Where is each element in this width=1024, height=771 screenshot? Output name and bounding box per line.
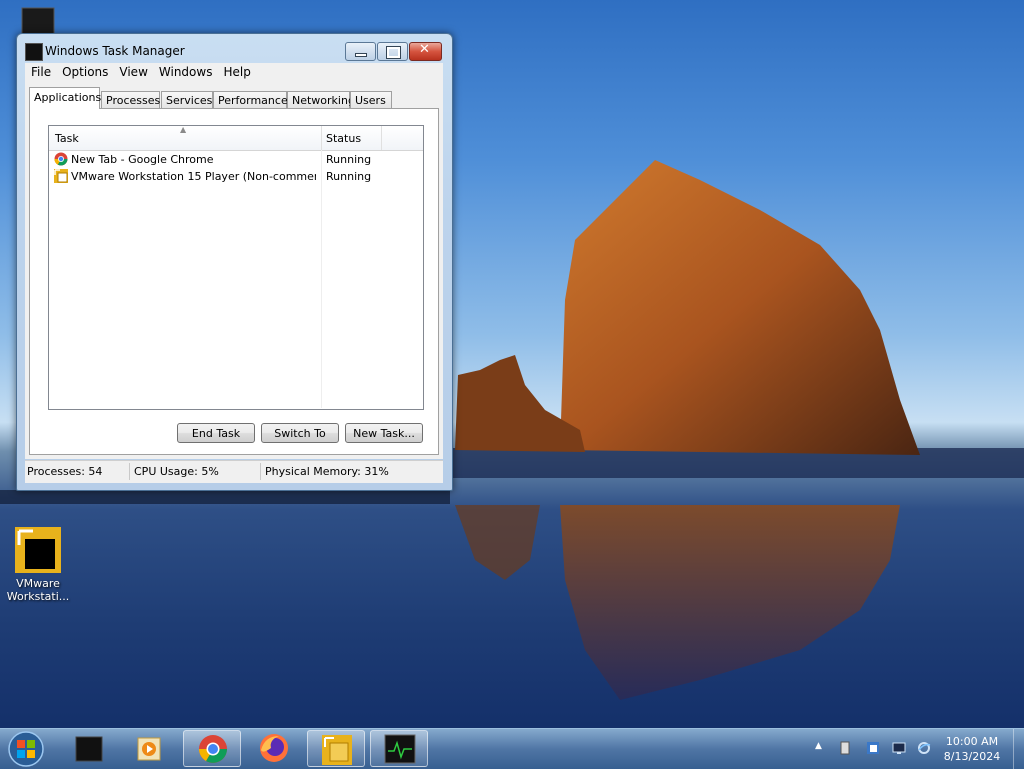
column-task[interactable]: Task — [55, 132, 79, 145]
task-list[interactable]: Task ▲ Status New Tab - Google Chrome Ru… — [48, 125, 424, 410]
close-button[interactable]: ✕ — [409, 42, 442, 61]
maximize-button[interactable] — [377, 42, 408, 61]
tab-applications[interactable]: Applications — [29, 87, 101, 109]
window-title: Windows Task Manager — [45, 44, 185, 58]
vmware-icon — [54, 169, 68, 183]
taskbar: ▲ 10:00 AM 8/13/2024 — [0, 728, 1024, 769]
vmware-tray-icon[interactable] — [866, 741, 880, 755]
physical-memory: Physical Memory: 31% — [265, 465, 389, 478]
terminal-icon — [75, 736, 103, 762]
minimize-button[interactable] — [345, 42, 376, 61]
vmware-icon — [15, 527, 61, 573]
task-manager-window[interactable]: Windows Task Manager ✕ File Options View Wi… — [16, 33, 453, 491]
vmware-desktop-label-2: Workstati... — [6, 590, 70, 603]
chrome-icon — [54, 152, 68, 166]
task-manager-icon — [384, 734, 416, 764]
processes-count: Processes: 54 — [27, 465, 103, 478]
menu-bar: File Options View Windows Help — [25, 63, 443, 82]
display-tray-icon[interactable] — [892, 741, 906, 755]
menu-view[interactable]: View — [113, 63, 152, 79]
media-player-icon — [137, 737, 161, 761]
tab-processes[interactable]: Processes — [101, 91, 160, 108]
end-task-button[interactable]: End Task — [177, 423, 255, 443]
vmware-icon — [322, 735, 352, 765]
taskbar-app-firefox[interactable] — [245, 730, 303, 767]
task-name: New Tab - Google Chrome — [71, 153, 214, 166]
show-desktop-button[interactable] — [1013, 729, 1024, 769]
start-button[interactable] — [6, 730, 46, 768]
clock-date: 8/13/2024 — [943, 750, 1001, 763]
taskbar-app-media-player[interactable] — [120, 730, 178, 767]
column-status[interactable]: Status — [326, 132, 361, 145]
tab-performance[interactable]: Performance — [213, 91, 288, 108]
taskbar-app-terminal[interactable] — [60, 730, 118, 767]
table-row[interactable]: VMware Workstation 15 Player (Non-commer… — [49, 168, 423, 185]
menu-file[interactable]: File — [25, 63, 56, 79]
window-body: Applications Processes Services Performa… — [25, 82, 443, 459]
minimize-icon — [355, 53, 367, 57]
recycle-bin-icon[interactable] — [16, 4, 60, 35]
sort-arrow-icon: ▲ — [180, 125, 187, 134]
list-header: Task ▲ Status — [49, 125, 423, 151]
task-status: Running — [326, 170, 372, 183]
close-icon: ✕ — [419, 42, 430, 57]
vmware-desktop-label-1: VMware — [16, 577, 60, 590]
task-manager-icon — [25, 43, 43, 61]
show-hidden-icons-icon[interactable]: ▲ — [815, 741, 822, 751]
menu-help[interactable]: Help — [217, 63, 255, 79]
status-bar: Processes: 54 CPU Usage: 5% Physical Mem… — [25, 460, 443, 483]
network-drive-tray-icon[interactable] — [838, 741, 852, 755]
task-status: Running — [326, 153, 372, 166]
tab-users[interactable]: Users — [350, 91, 392, 108]
new-task-button[interactable]: New Task... — [345, 423, 423, 443]
switch-to-button[interactable]: Switch To — [261, 423, 339, 443]
chrome-icon — [199, 735, 227, 763]
menu-windows[interactable]: Windows — [153, 63, 218, 79]
clock-time: 10:00 AM — [945, 735, 999, 748]
tab-networking[interactable]: Networking — [287, 91, 355, 108]
cpu-usage: CPU Usage: 5% — [134, 465, 219, 478]
menu-options[interactable]: Options — [56, 63, 113, 79]
tab-services[interactable]: Services — [161, 91, 213, 108]
firefox-icon — [260, 734, 288, 762]
system-clock[interactable]: 10:00 AM 8/13/2024 — [930, 734, 1014, 764]
internet-explorer-tray-icon[interactable] — [917, 741, 931, 755]
applications-panel: Task ▲ Status New Tab - Google Chrome Ru… — [29, 108, 439, 455]
maximize-icon — [386, 46, 401, 59]
vmware-desktop-shortcut[interactable]: VMware Workstati... — [2, 525, 74, 603]
table-row[interactable]: New Tab - Google Chrome Running — [49, 151, 423, 168]
taskbar-app-chrome[interactable] — [183, 730, 241, 767]
task-name: VMware Workstation 15 Player (Non-commer… — [71, 170, 316, 183]
taskbar-app-task-manager[interactable] — [370, 730, 428, 767]
taskbar-app-vmware[interactable] — [307, 730, 365, 767]
